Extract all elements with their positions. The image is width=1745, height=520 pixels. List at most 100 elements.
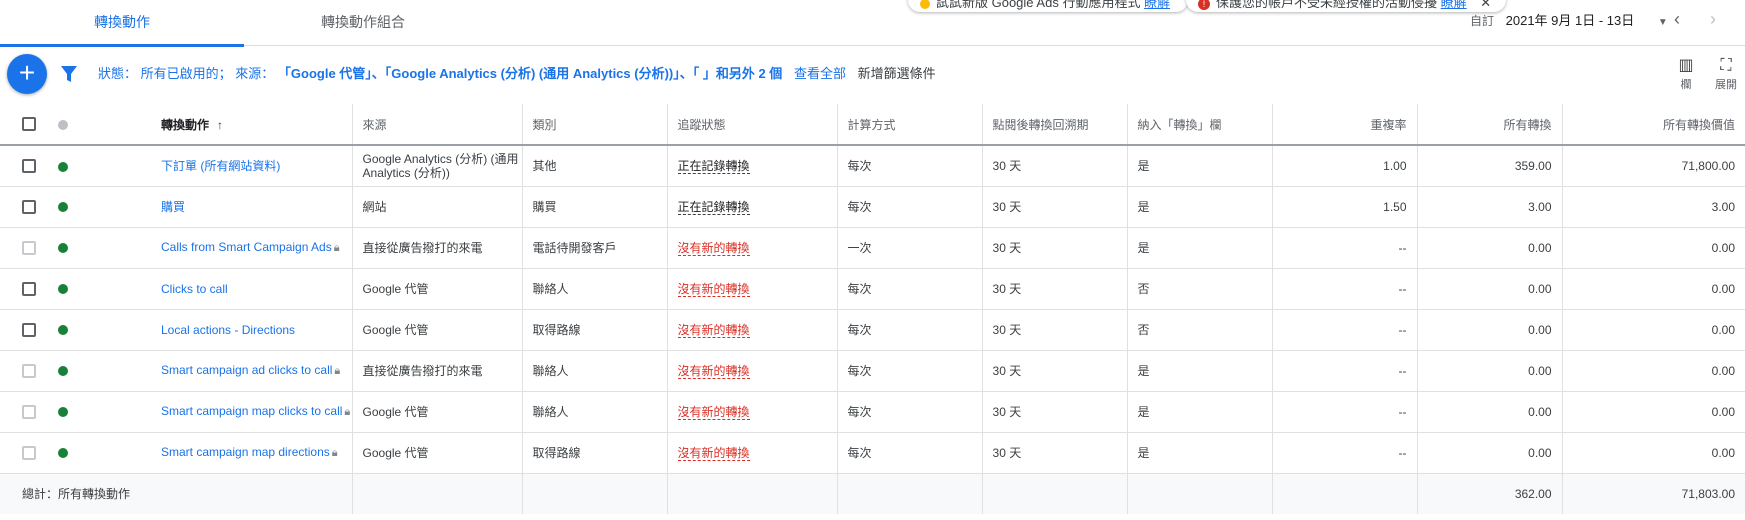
conversion-name-cell[interactable]: Local actions - Directions [71,309,353,351]
tracking-status-text[interactable]: 沒有新的轉換 [677,364,750,379]
conversion-name-link[interactable]: Clicks to call [161,282,228,296]
header-conversion-action-label: 轉換動作 [161,117,210,132]
row-checkbox[interactable] [22,281,36,296]
row-checkbox[interactable] [22,322,36,337]
view-all-link[interactable]: 查看全部 [794,66,846,81]
select-all-checkbox-cell[interactable] [0,104,50,146]
conversion-name-link[interactable]: 購買 [161,200,185,214]
table-row[interactable]: Smart campaign map directions 🔒︎ Google 代管… [0,432,1745,474]
header-conversion-action[interactable]: 轉換動作 ↑ [71,104,353,146]
row-checkbox-cell[interactable] [0,227,50,269]
row-checkbox-cell[interactable] [0,186,50,228]
close-icon[interactable]: ✕ [1480,0,1491,10]
filter-icon[interactable] [60,64,78,84]
conversion-name-cell[interactable]: Smart campaign map directions 🔒︎ [71,432,353,474]
conversion-name-cell[interactable]: Calls from Smart Campaign Ads 🔒︎ [71,227,353,269]
conversion-name-link[interactable]: Local actions - Directions [161,323,295,337]
table-row[interactable]: 下訂單 (所有網站資料) Google Analytics (分析) (通用 An… [0,145,1745,187]
tracking-status-text[interactable]: 正在記錄轉換 [677,200,750,215]
category-cell: 取得路線 [521,432,668,474]
status-cell[interactable]: 正在記錄轉換 [666,186,838,228]
security-notice-link[interactable]: 瞭解 [1441,0,1467,10]
category-cell: 聯絡人 [521,391,668,433]
table-row[interactable]: Calls from Smart Campaign Ads 🔒︎ 直接從廣告撥打的來… [0,227,1745,269]
total-empty-cell [666,473,838,514]
expand-label: 展開 [1715,79,1737,91]
tracking-status-text[interactable]: 沒有新的轉換 [677,405,750,420]
header-tracking-status[interactable]: 追蹤狀態 [666,104,838,146]
columns-button[interactable]: ▥ 欄 [1674,56,1698,92]
enabled-status-dot [58,448,68,459]
row-checkbox[interactable] [22,199,36,214]
enabled-status-dot [58,407,68,418]
row-checkbox[interactable] [22,445,36,460]
conversion-name-link[interactable]: Calls from Smart Campaign Ads [161,240,332,254]
tracking-status-text[interactable]: 沒有新的轉換 [677,323,750,338]
header-source[interactable]: 來源 [351,104,523,146]
dup-rate-cell: 1.50 [1271,186,1418,228]
category-cell: 電話待開發客戶 [521,227,668,269]
header-all-conv[interactable]: 所有轉換 [1416,104,1563,146]
previous-period-button[interactable]: ‹ [1674,8,1680,30]
table-row[interactable]: Smart campaign map clicks to call 🔒︎ Googl… [0,391,1745,433]
conversion-name-cell[interactable]: Clicks to call [71,268,353,310]
add-conversion-button[interactable]: + [7,54,47,94]
row-checkbox-cell[interactable] [0,309,50,351]
source-cell: 直接從廣告撥打的來電 [351,227,523,269]
header-count[interactable]: 計算方式 [836,104,983,146]
row-checkbox-cell[interactable] [0,350,50,392]
conversion-name-link[interactable]: Smart campaign ad clicks to call [161,363,332,377]
enabled-status-dot [58,284,68,295]
header-category[interactable]: 類別 [521,104,668,146]
status-cell[interactable]: 沒有新的轉換 [666,268,838,310]
expand-button[interactable]: ⛶ 展開 [1712,56,1740,92]
table-row[interactable]: 購買 網站 購買 正在記錄轉換 每次 30 天是 1.50 3.00 3.00 [0,186,1745,228]
conversion-name-cell[interactable]: 下訂單 (所有網站資料) [71,145,353,187]
all-conv-cell: 0.00 [1416,391,1563,433]
header-all-conv-value[interactable]: 所有轉換價值 [1561,104,1745,146]
tracking-status-text[interactable]: 正在記錄轉換 [677,159,750,175]
status-cell[interactable]: 沒有新的轉換 [666,350,838,392]
header-dup-rate[interactable]: 重複率 [1271,104,1418,146]
table-row[interactable]: Smart campaign ad clicks to call 🔒︎ 直接從廣告撥… [0,350,1745,392]
app-promo-link[interactable]: 瞭解 [1144,0,1170,10]
add-filter-button[interactable]: 新增篩選條件 [858,66,936,81]
date-range-picker[interactable]: 自訂 2021年 9月 1日 - 13日 ▼ [1470,10,1668,32]
conversion-name-link[interactable]: 下訂單 (所有網站資料) [161,159,280,173]
lock-icon: 🔒︎ [331,447,338,459]
conversion-name-link[interactable]: Smart campaign map directions [161,445,330,459]
filter-summary[interactable]: 狀態： 所有已啟用的； 來源： 「Google 代管」、「Google Anal… [98,66,936,82]
tracking-status-text[interactable]: 沒有新的轉換 [677,446,750,461]
tab-conversion-action-sets[interactable]: 轉換動作組合 [268,0,458,46]
status-cell[interactable]: 沒有新的轉換 [666,432,838,474]
row-checkbox[interactable] [22,404,36,419]
row-checkbox-cell[interactable] [0,432,50,474]
tracking-status-text[interactable]: 沒有新的轉換 [677,241,750,256]
status-cell[interactable]: 正在記錄轉換 [666,145,838,187]
status-cell[interactable]: 沒有新的轉換 [666,391,838,433]
next-period-button[interactable]: › [1710,8,1716,30]
header-window[interactable]: 點閱後轉換回溯期 [981,104,1128,146]
category-cell: 其他 [521,145,668,187]
table-row[interactable]: Local actions - Directions Google 代管 取得路線沒… [0,309,1745,351]
row-checkbox[interactable] [22,240,36,255]
tab-conversion-actions[interactable]: 轉換動作 [0,0,244,47]
status-cell[interactable]: 沒有新的轉換 [666,227,838,269]
row-checkbox-cell[interactable] [0,268,50,310]
app-promo-text: 試試新版 Google Ads 行動應用程式 [936,0,1141,10]
conversion-name-cell[interactable]: Smart campaign ad clicks to call 🔒︎ [71,350,353,392]
include-cell: 是 [1126,186,1273,228]
row-checkbox-cell[interactable] [0,145,50,187]
header-include[interactable]: 納入「轉換」欄 [1126,104,1273,146]
row-checkbox-cell[interactable] [0,391,50,433]
row-checkbox[interactable] [22,363,36,378]
table-row[interactable]: Clicks to call Google 代管 聯絡人 沒有新的轉換 每次 30 天否-… [0,268,1745,310]
conversion-name-link[interactable]: Smart campaign map clicks to call [161,404,342,418]
conversion-name-cell[interactable]: Smart campaign map clicks to call 🔒︎ [71,391,353,433]
conversion-name-cell[interactable]: 購買 [71,186,353,228]
tracking-status-text[interactable]: 沒有新的轉換 [677,282,750,297]
select-all-checkbox[interactable] [22,117,36,132]
row-checkbox[interactable] [22,159,36,174]
include-cell: 是 [1126,432,1273,474]
status-cell[interactable]: 沒有新的轉換 [666,309,838,351]
